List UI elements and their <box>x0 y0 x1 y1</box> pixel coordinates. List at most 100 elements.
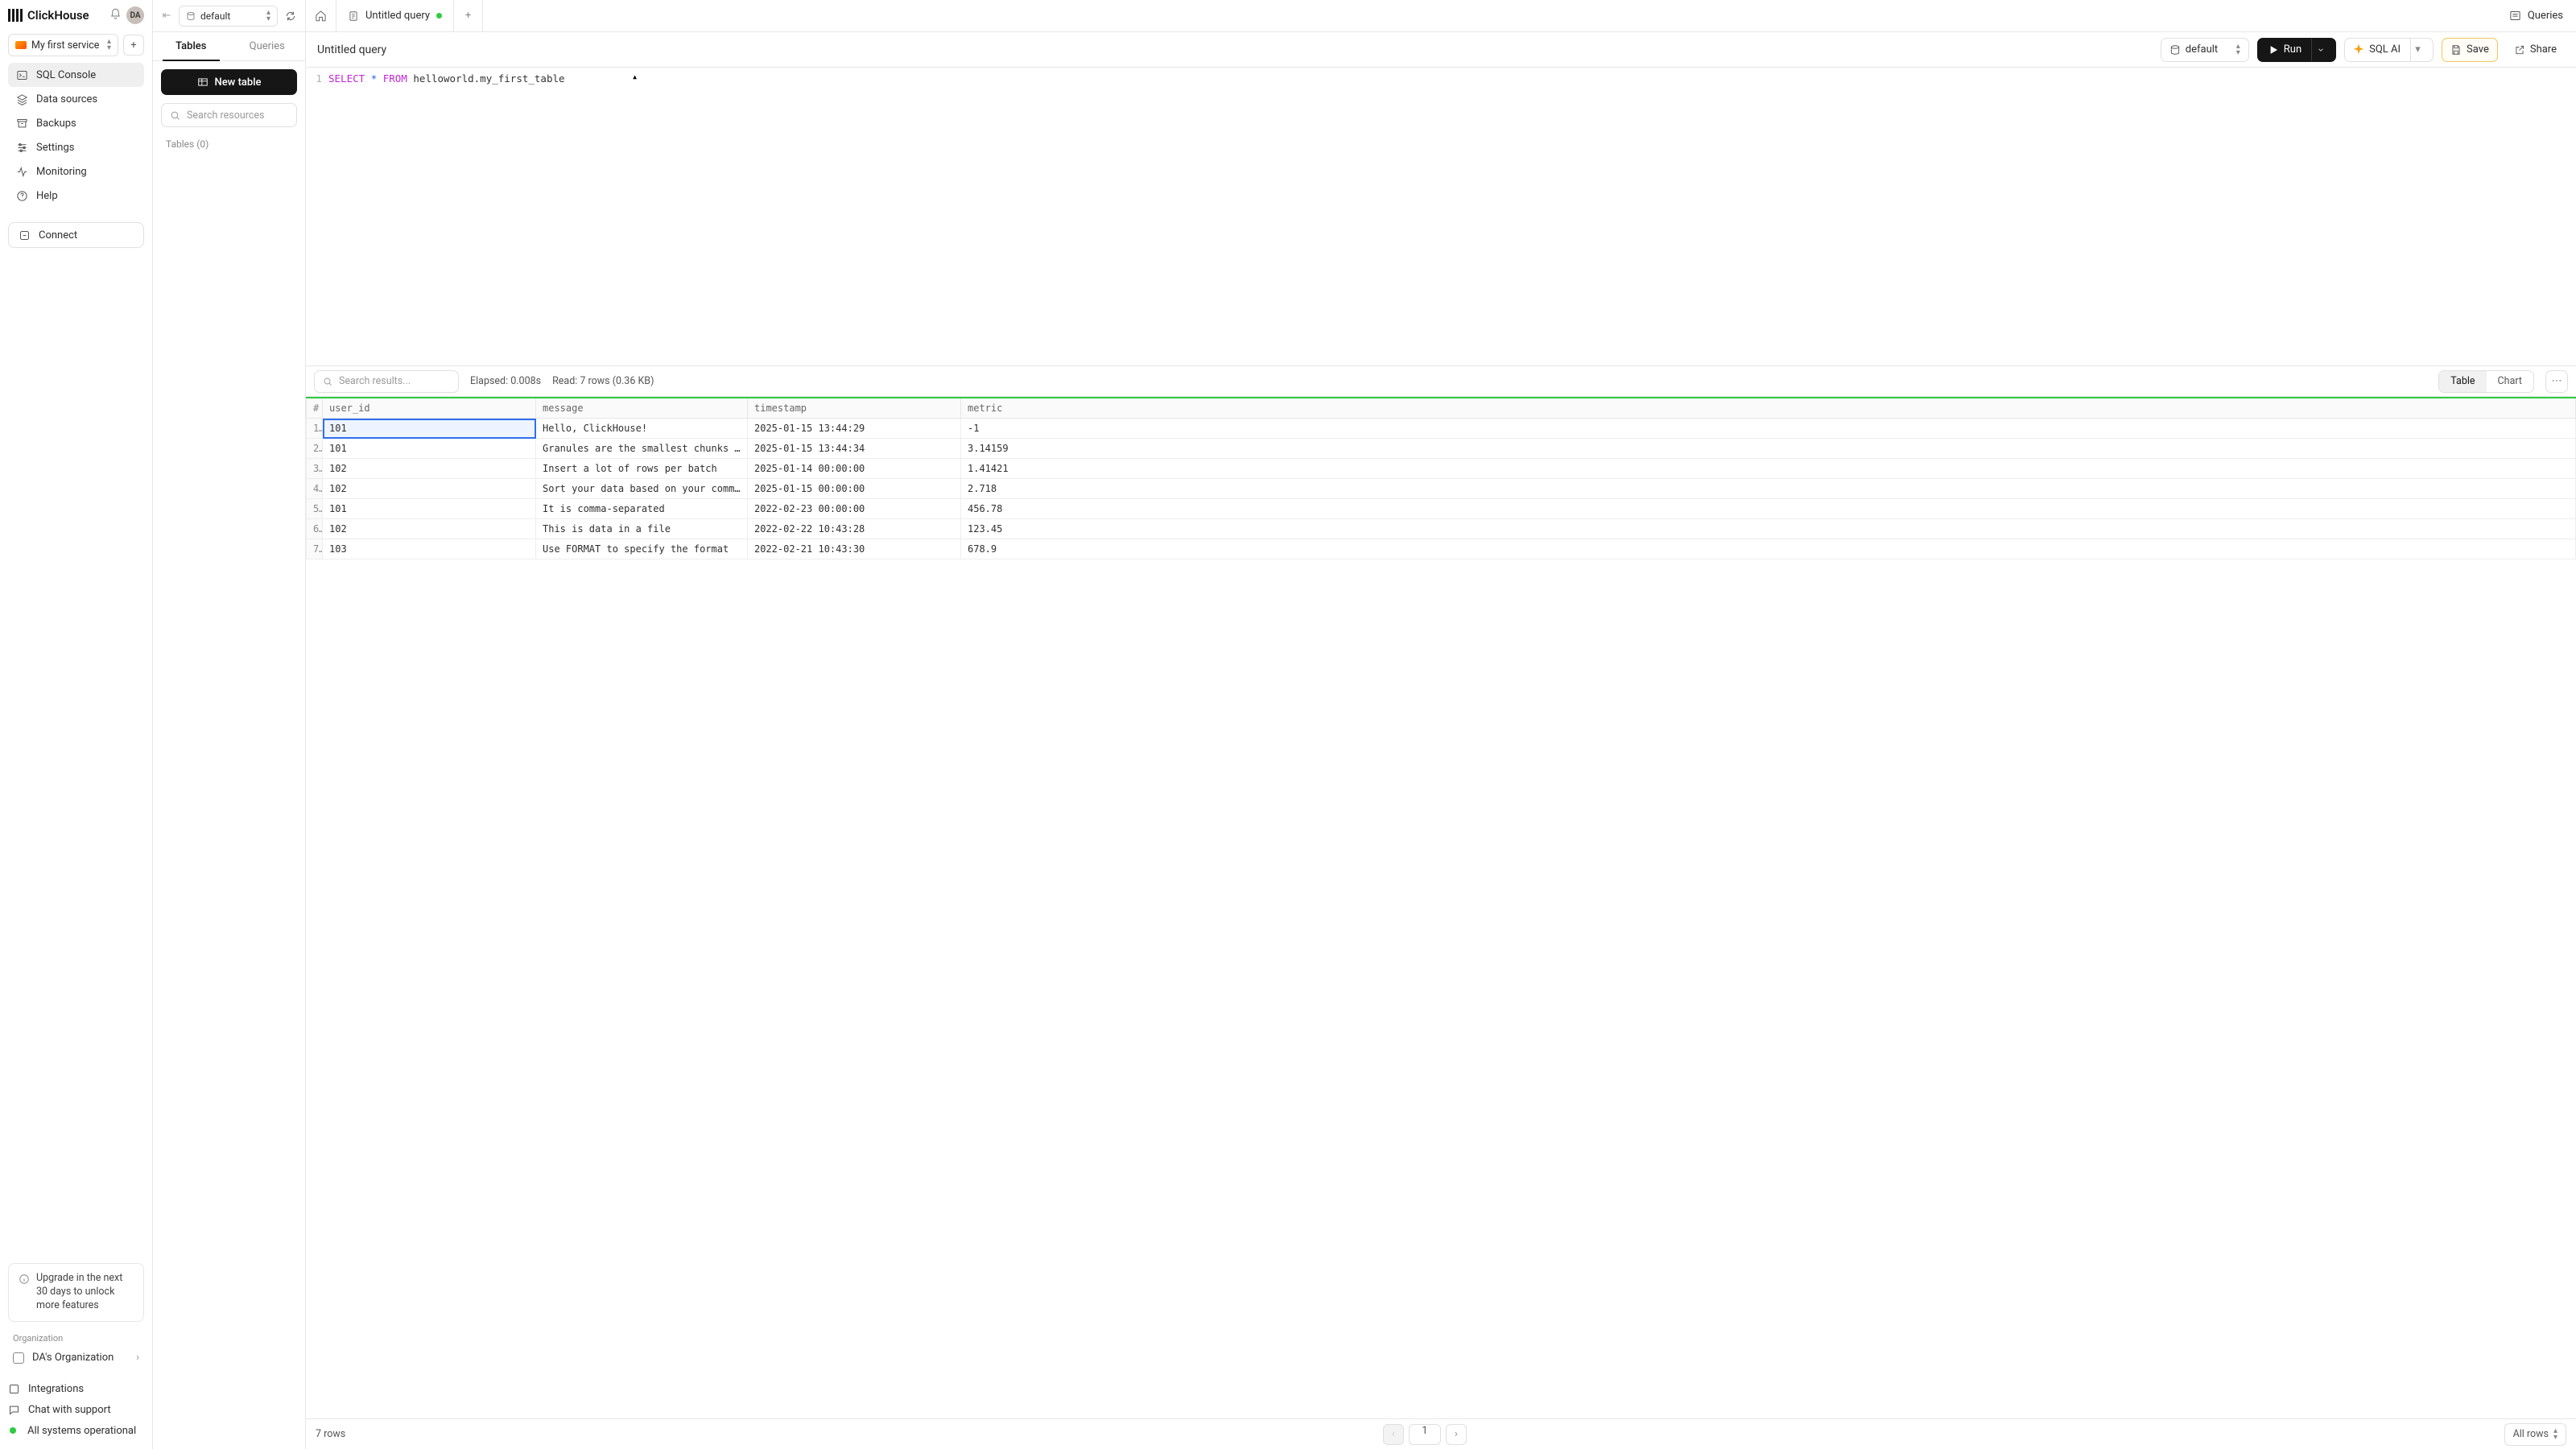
col-rownum[interactable]: # <box>307 398 323 419</box>
org-selector[interactable]: DA's Organization › <box>0 1347 152 1373</box>
col-message[interactable]: message <box>536 398 748 419</box>
share-label: Share <box>2530 43 2557 56</box>
sql-editor[interactable]: 1 SELECT * FROM helloworld.my_first_tabl… <box>306 68 2576 365</box>
search-resources-input[interactable]: Search resources <box>161 103 297 127</box>
query-tab[interactable]: Untitled query <box>336 0 454 31</box>
cell-metric[interactable]: -1 <box>961 419 2576 439</box>
cell-timestamp[interactable]: 2022-02-22 10:43:28 <box>748 519 961 539</box>
table-row[interactable]: 6102This is data in a file2022-02-22 10:… <box>307 519 2576 539</box>
cell-message[interactable]: Granules are the smallest chunks of data… <box>536 439 748 459</box>
new-table-label: New table <box>215 76 262 89</box>
cell-message[interactable]: Insert a lot of rows per batch <box>536 459 748 479</box>
page-size-selector[interactable]: All rows ▴▾ <box>2504 1423 2566 1446</box>
cell-rownum[interactable]: 6 <box>307 519 323 539</box>
cell-metric[interactable]: 2.718 <box>961 479 2576 499</box>
cell-message[interactable]: This is data in a file <box>536 519 748 539</box>
results-table: # user_id message timestamp metric 1101H… <box>306 398 2576 559</box>
col-user-id[interactable]: user_id <box>323 398 536 419</box>
prev-page-button[interactable]: ‹ <box>1383 1424 1404 1445</box>
run-dropdown-button[interactable] <box>2311 39 2329 61</box>
table-row[interactable]: 3102Insert a lot of rows per batch2025-0… <box>307 459 2576 479</box>
nav-system-status[interactable]: All systems operational <box>0 1420 152 1441</box>
cell-timestamp[interactable]: 2025-01-15 13:44:29 <box>748 419 961 439</box>
cell-metric[interactable]: 678.9 <box>961 539 2576 559</box>
connect-button[interactable]: Connect <box>8 222 144 248</box>
cell-message[interactable]: Sort your data based on your commonly-us… <box>536 479 748 499</box>
cell-metric[interactable]: 456.78 <box>961 499 2576 519</box>
cell-rownum[interactable]: 2 <box>307 439 323 459</box>
database-selector[interactable]: default ▴▾ <box>179 6 278 27</box>
cell-user-id[interactable]: 102 <box>323 479 536 499</box>
cell-user-id[interactable]: 101 <box>323 439 536 459</box>
cell-timestamp[interactable]: 2022-02-21 10:43:30 <box>748 539 961 559</box>
add-tab-button[interactable]: + <box>454 0 483 31</box>
tab-tables[interactable]: Tables <box>153 32 229 60</box>
col-metric[interactable]: metric <box>961 398 2576 419</box>
collapse-panel-button[interactable]: ⇤ <box>158 7 175 25</box>
cell-message[interactable]: It is comma-separated <box>536 499 748 519</box>
nav-data-sources[interactable]: Data sources <box>8 87 144 111</box>
cell-message[interactable]: Hello, ClickHouse! <box>536 419 748 439</box>
plug-icon <box>19 229 31 242</box>
cell-user-id[interactable]: 102 <box>323 519 536 539</box>
cell-user-id[interactable]: 102 <box>323 459 536 479</box>
next-page-button[interactable]: › <box>1446 1424 1467 1445</box>
nav-sql-console[interactable]: SQL Console <box>8 63 144 87</box>
cell-timestamp[interactable]: 2025-01-15 00:00:00 <box>748 479 961 499</box>
nav-chat-support[interactable]: Chat with support <box>0 1399 152 1420</box>
cell-metric[interactable]: 1.41421 <box>961 459 2576 479</box>
cell-rownum[interactable]: 1 <box>307 419 323 439</box>
cell-metric[interactable]: 123.45 <box>961 519 2576 539</box>
col-timestamp[interactable]: timestamp <box>748 398 961 419</box>
bell-icon[interactable] <box>109 8 122 23</box>
cell-rownum[interactable]: 4 <box>307 479 323 499</box>
tab-queries[interactable]: Queries <box>229 32 306 60</box>
view-chart-button[interactable]: Chart <box>2487 371 2533 392</box>
page-input[interactable]: 1 <box>1409 1424 1441 1445</box>
cell-user-id[interactable]: 103 <box>323 539 536 559</box>
editor-code: SELECT * FROM helloworld.my_first_table <box>328 68 565 365</box>
table-row[interactable]: 5101It is comma-separated2022-02-23 00:0… <box>307 499 2576 519</box>
cell-metric[interactable]: 3.14159 <box>961 439 2576 459</box>
unsaved-dot-icon <box>436 13 442 19</box>
run-button[interactable]: Run <box>2257 38 2336 62</box>
sql-ai-button[interactable]: SQL AI ▾ <box>2344 38 2434 62</box>
info-icon <box>19 1274 30 1285</box>
nav-help[interactable]: Help <box>8 184 144 208</box>
new-table-button[interactable]: New table <box>161 69 297 95</box>
search-icon <box>170 110 180 121</box>
save-button[interactable]: Save <box>2442 38 2498 62</box>
nav-monitoring[interactable]: Monitoring <box>8 159 144 184</box>
search-icon <box>323 377 332 386</box>
cell-rownum[interactable]: 5 <box>307 499 323 519</box>
nav-integrations[interactable]: Integrations <box>0 1378 152 1399</box>
queries-link[interactable]: Queries <box>2496 0 2576 31</box>
search-results-input[interactable]: Search results... <box>314 370 459 393</box>
cell-rownum[interactable]: 7 <box>307 539 323 559</box>
nav-backups[interactable]: Backups <box>8 111 144 135</box>
avatar[interactable]: DA <box>126 6 144 24</box>
cell-user-id[interactable]: 101 <box>323 419 536 439</box>
service-selector[interactable]: My first service ▴▾ <box>8 34 118 56</box>
refresh-button[interactable] <box>281 6 300 26</box>
table-row[interactable]: 2101Granules are the smallest chunks of … <box>307 439 2576 459</box>
add-service-button[interactable]: + <box>123 35 144 56</box>
table-row[interactable]: 4102Sort your data based on your commonl… <box>307 479 2576 499</box>
cell-message[interactable]: Use FORMAT to specify the format <box>536 539 748 559</box>
upgrade-card[interactable]: Upgrade in the next 30 days to unlock mo… <box>8 1263 144 1322</box>
cell-user-id[interactable]: 101 <box>323 499 536 519</box>
table-row[interactable]: 1101Hello, ClickHouse!2025-01-15 13:44:2… <box>307 419 2576 439</box>
results-more-button[interactable]: ⋯ <box>2545 370 2568 393</box>
cell-timestamp[interactable]: 2025-01-14 00:00:00 <box>748 459 961 479</box>
toolbar-database-selector[interactable]: default ▴▾ <box>2161 38 2249 62</box>
cell-rownum[interactable]: 3 <box>307 459 323 479</box>
cell-timestamp[interactable]: 2022-02-23 00:00:00 <box>748 499 961 519</box>
view-table-button[interactable]: Table <box>2439 371 2486 392</box>
sql-ai-dropdown-button[interactable]: ▾ <box>2410 39 2425 61</box>
table-row[interactable]: 7103Use FORMAT to specify the format2022… <box>307 539 2576 559</box>
share-button[interactable]: Share <box>2506 38 2565 62</box>
query-name-input[interactable]: Untitled query <box>317 43 386 56</box>
cell-timestamp[interactable]: 2025-01-15 13:44:34 <box>748 439 961 459</box>
home-tab[interactable] <box>306 0 336 31</box>
nav-settings[interactable]: Settings <box>8 135 144 159</box>
